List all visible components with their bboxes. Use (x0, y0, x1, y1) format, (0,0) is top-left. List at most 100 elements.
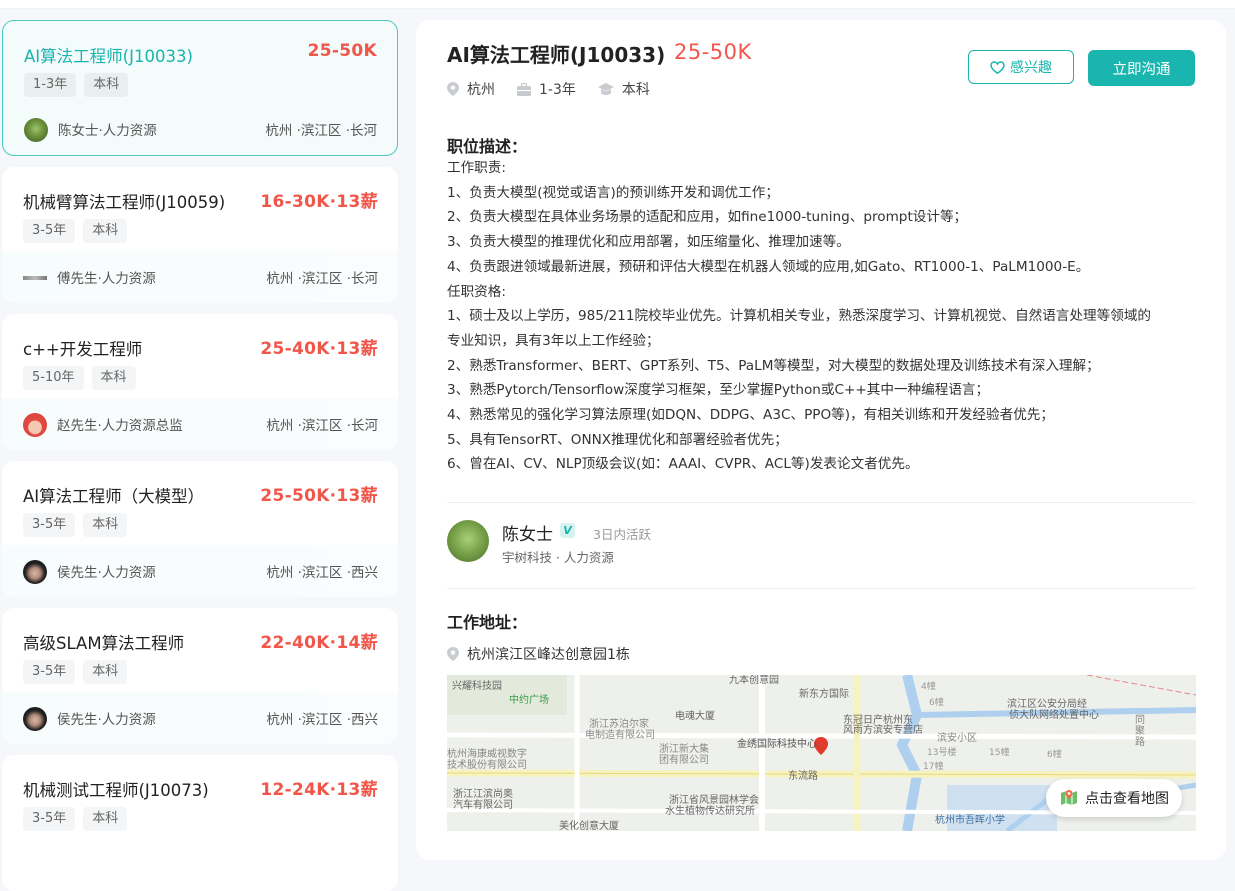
card-footer: 赵先生·人力资源总监 杭州 ·滨江区 ·长河 (2, 398, 398, 450)
job-card[interactable]: c++开发工程师 25-40K·13薪 5-10年 本科 赵先生·人力资源总监 … (2, 314, 398, 450)
map-label: 浙江苏泊尔家 (589, 717, 649, 730)
avatar (23, 276, 47, 280)
map-label: 风雨方滨安专营店 (843, 723, 923, 736)
experience-tag: 3-5年 (23, 219, 76, 243)
description-line: 6、曾在AI、CV、NLP顶级会议(如：AAAI、CVPR、ACL等)发表论文者… (447, 456, 919, 473)
recruiter-name: 陈女士·人力资源 (58, 123, 157, 139)
map-label: 电魂大厦 (675, 709, 715, 722)
map-label: 团有限公司 (659, 753, 709, 766)
map-label: 浙江江滨尚奥 (453, 787, 513, 800)
map-label: 九本创意园 (729, 675, 779, 686)
map-label: 水生植物传达研究所 (665, 804, 755, 817)
job-salary: 12-24K·13薪 (260, 780, 378, 800)
verified-badge-icon: V (560, 523, 575, 538)
job-description: 工作职责: 1、负责大模型(视觉或语言)的预训练开发和调优工作； 2、负责大模型… (447, 156, 1197, 477)
interest-button[interactable]: 感兴趣 (968, 50, 1074, 84)
detail-salary: 25-50K (674, 40, 752, 64)
degree-tag: 本科 (83, 807, 128, 831)
map-label: 杭州市吾晖小学 (935, 813, 1005, 826)
briefcase-icon (517, 82, 531, 96)
map-label: 浙江新大集 (659, 742, 709, 755)
map-label: 兴耀科技园 (452, 679, 502, 692)
description-line: 2、负责大模型在具体业务场景的适配和应用，如fine1000-tuning、pr… (447, 209, 968, 226)
map-label: 东流路 (788, 769, 818, 782)
map-label: 杭州海康威视数字 (447, 747, 527, 760)
avatar (23, 707, 47, 731)
description-line: 2、熟悉Transformer、BERT、GPT系列、T5、PaLM等模型，对大… (447, 357, 1100, 374)
work-address: 杭州滨江区峰达创意园1栋 (447, 644, 630, 664)
degree-tag: 本科 (83, 219, 128, 243)
job-detail-panel: AI算法工程师(J10033) 25-50K 杭州 1-3年 本科 感兴趣 立即… (416, 20, 1226, 860)
address-text: 杭州滨江区峰达创意园1栋 (467, 647, 630, 663)
map-label: 15幢 (989, 746, 1009, 758)
degree-tag: 本科 (84, 73, 129, 97)
divider (447, 502, 1195, 503)
meta-experience: 1-3年 (517, 79, 576, 99)
description-line: 5、具有TensorRT、ONNX推理优化和部署经验者优先； (447, 431, 788, 448)
description-line: 专业知识，具有3年以上工作经验； (447, 332, 660, 349)
degree-text: 本科 (621, 82, 650, 98)
job-location: 杭州 ·滨江区 ·长河 (265, 123, 377, 139)
job-card[interactable]: AI算法工程师（大模型） 25-50K·13薪 3-5年 本科 侯先生·人力资源… (2, 461, 398, 597)
active-status: 3日内活跃 (593, 527, 651, 542)
job-card[interactable]: AI算法工程师(J10033) 25-50K 1-3年 本科 陈女士·人力资源 … (2, 20, 398, 156)
map-label: 新东方国际 (799, 687, 849, 700)
card-footer: 傅先生·人力资源 杭州 ·滨江区 ·长河 (2, 251, 398, 303)
description-heading: 职位描述： (447, 137, 528, 156)
job-location: 杭州 ·滨江区 ·西兴 (266, 565, 378, 581)
description-line: 4、熟悉常见的强化学习算法原理(如DQN、DDPG、A3C、PPO等)，有相关训… (447, 407, 1054, 424)
degree-tag: 本科 (83, 513, 128, 537)
view-map-button[interactable]: 点击查看地图 (1046, 779, 1182, 817)
card-footer: 陈女士·人力资源 杭州 ·滨江区 ·长河 (3, 103, 397, 155)
description-line: 1、负责大模型(视觉或语言)的预训练开发和调优工作； (447, 184, 779, 201)
map-label: 13号楼 (927, 746, 956, 758)
experience-tag: 3-5年 (23, 513, 76, 537)
job-location: 杭州 ·滨江区 ·长河 (266, 418, 378, 434)
job-salary: 25-50K·13薪 (260, 486, 378, 506)
job-card[interactable]: 高级SLAM算法工程师 22-40K·14薪 3-5年 本科 侯先生·人力资源 … (2, 608, 398, 744)
chat-now-button[interactable]: 立即沟通 (1088, 50, 1195, 86)
location-map[interactable]: 兴耀科技园 中约广场 九本创意园 新东方国际 电魂大厦 东冠日产杭州东 风雨方滨… (447, 675, 1196, 831)
job-location: 杭州 ·滨江区 ·长河 (266, 271, 378, 287)
recruiter-avatar[interactable] (447, 520, 489, 562)
description-line: 3、熟悉Pytorch/Tensorflow深度学习框架，至少掌握Python或… (447, 382, 990, 399)
degree-tag: 本科 (91, 366, 136, 390)
detail-title: AI算法工程师(J10033) (447, 43, 666, 67)
heart-icon (990, 60, 1005, 74)
map-label: 聚 (1135, 725, 1145, 737)
map-label: 侦大队网络处置中心 (1009, 708, 1099, 721)
location-pin-icon (447, 82, 459, 96)
recruiter-company: 宇树科技 · 人力资源 (502, 550, 614, 565)
experience-tag: 1-3年 (24, 73, 77, 97)
location-pin-icon (447, 647, 459, 661)
job-salary: 25-40K·13薪 (260, 339, 378, 359)
degree-tag: 本科 (83, 660, 128, 684)
experience-tag: 5-10年 (23, 366, 84, 390)
map-label: 浙江省风景园林学会 (669, 793, 759, 806)
interest-label: 感兴趣 (1010, 60, 1052, 76)
description-line: 3、负责大模型的推理优化和应用部署，如压缩量化、推理加速等。 (447, 234, 850, 251)
job-salary: 22-40K·14薪 (260, 633, 378, 653)
map-label: 滨安小区 (937, 731, 977, 744)
job-card[interactable]: 机械测试工程师(J10073) 12-24K·13薪 3-5年 本科 (2, 755, 398, 891)
job-title: 机械臂算法工程师(J10059) (23, 193, 226, 212)
card-footer: 侯先生·人力资源 杭州 ·滨江区 ·西兴 (2, 692, 398, 744)
map-label: 汽车有限公司 (453, 798, 513, 811)
map-label: 路 (1135, 735, 1145, 748)
job-title: c++开发工程师 (23, 340, 143, 359)
job-salary: 25-50K (307, 41, 377, 61)
job-tags: 3-5年 本科 (23, 807, 128, 831)
avatar (23, 413, 47, 437)
map-label: 技术股份有限公司 (447, 758, 527, 771)
job-card[interactable]: 机械臂算法工程师(J10059) 16-30K·13薪 3-5年 本科 傅先生·… (2, 167, 398, 303)
job-tags: 3-5年 本科 (23, 219, 128, 243)
card-footer: 侯先生·人力资源 杭州 ·滨江区 ·西兴 (2, 545, 398, 597)
map-label: 17幢 (923, 760, 943, 772)
job-tags: 3-5年 本科 (23, 513, 128, 537)
avatar (23, 560, 47, 584)
avatar (24, 118, 48, 142)
job-title: 机械测试工程师(J10073) (23, 781, 209, 800)
map-label: 6幢 (1047, 748, 1062, 760)
recruiter-name: 侯先生·人力资源 (57, 565, 156, 581)
job-title: AI算法工程师(J10033) (24, 47, 193, 66)
